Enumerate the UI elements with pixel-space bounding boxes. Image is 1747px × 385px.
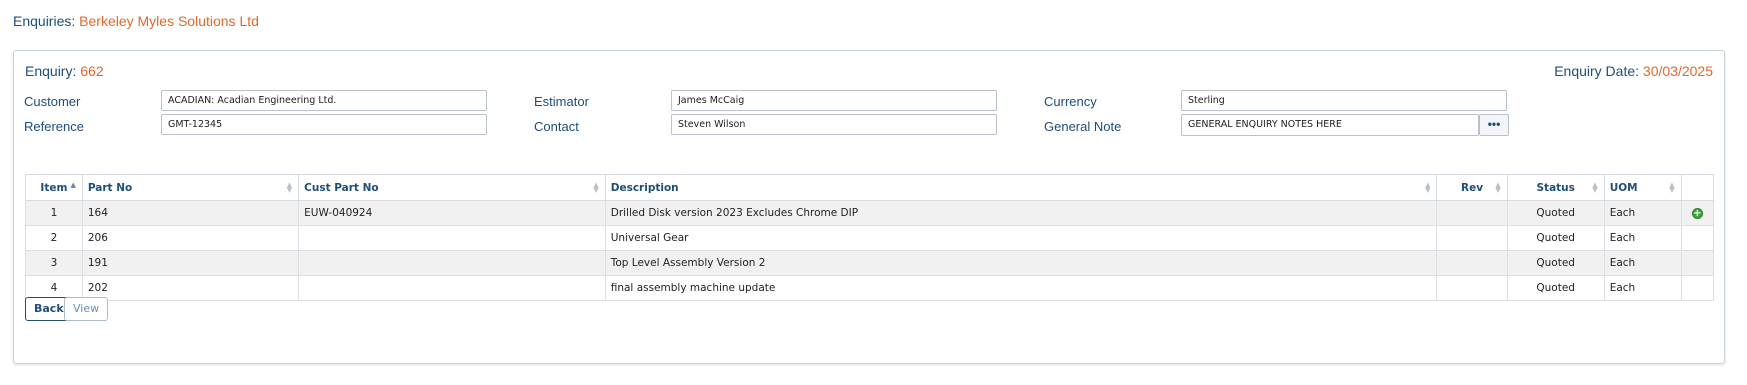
reference-field[interactable]: GMT-12345: [161, 114, 487, 135]
cell-status: Quoted: [1506, 275, 1605, 301]
cell-rev: [1436, 250, 1508, 276]
cell-actions: [1680, 250, 1715, 276]
customer-field[interactable]: ACADIAN: Acadian Engineering Ltd.: [161, 90, 487, 111]
enquiry-number-label: Enquiry:: [25, 63, 77, 79]
sort-icon: ▲ ▼: [1669, 181, 1675, 194]
column-header-description[interactable]: Description ▲ ▼: [604, 174, 1438, 201]
column-header-uom[interactable]: UOM ▲ ▼: [1603, 174, 1682, 201]
sort-icon: ▲ ▼: [593, 181, 599, 194]
sort-icon: ▲ ▼: [286, 181, 293, 194]
table-row[interactable]: 2 206 Universal Gear Quoted Each: [25, 225, 1715, 251]
cell-uom: Each: [1603, 275, 1682, 301]
column-header-cust-part-no[interactable]: Cust Part No ▲ ▼: [298, 174, 606, 201]
contact-field[interactable]: Steven Wilson: [671, 114, 997, 135]
cell-actions: [1680, 275, 1715, 301]
general-note-label: General Note: [1044, 119, 1122, 134]
customer-label: Customer: [24, 94, 81, 109]
cell-cust-part-no: [298, 250, 606, 276]
column-header-part-no[interactable]: Part No ▲ ▼: [81, 174, 300, 201]
view-button[interactable]: View: [64, 297, 109, 321]
table-row[interactable]: 1 164 EUW-040924 Drilled Disk version 20…: [25, 200, 1715, 226]
enquiry-date: Enquiry Date: 30/03/2025: [1554, 63, 1713, 79]
cell-description: final assembly machine update: [604, 275, 1438, 301]
enquiry-date-label: Enquiry Date:: [1554, 63, 1640, 79]
column-header-actions: [1680, 174, 1715, 201]
currency-label: Currency: [1044, 94, 1097, 109]
enquiry-lines-table: Item ▲ Part No ▲ ▼ Cust Part No ▲ ▼ Descripti…: [25, 174, 1715, 301]
cell-uom: Each: [1603, 225, 1682, 251]
cell-actions: +: [1680, 200, 1715, 226]
cell-item: 1: [25, 200, 83, 226]
cell-item: 2: [25, 225, 83, 251]
cell-part-no: 164: [81, 200, 300, 226]
sort-icon: ▲ ▼: [1592, 181, 1598, 194]
estimator-label: Estimator: [534, 94, 589, 109]
contact-label: Contact: [534, 119, 579, 134]
page-title: Enquiries: Berkeley Myles Solutions Ltd: [13, 13, 259, 29]
enquiry-number-value: 662: [80, 63, 104, 79]
estimator-field[interactable]: James McCaig: [671, 90, 997, 111]
organisation-name: Berkeley Myles Solutions Ltd: [79, 13, 259, 29]
cell-uom: Each: [1603, 200, 1682, 226]
cell-part-no: 206: [81, 225, 300, 251]
sort-ascending-icon: ▲: [70, 181, 76, 189]
reference-label: Reference: [24, 119, 84, 134]
enquiry-number: Enquiry: 662: [25, 63, 104, 79]
cell-cust-part-no: EUW-040924: [298, 200, 606, 226]
cell-uom: Each: [1603, 250, 1682, 276]
cell-description: Top Level Assembly Version 2: [604, 250, 1438, 276]
column-header-item[interactable]: Item ▲: [25, 174, 83, 201]
page-title-label: Enquiries:: [13, 13, 76, 29]
cell-actions: [1680, 225, 1715, 251]
cell-rev: [1436, 225, 1508, 251]
sort-icon: ▲ ▼: [1425, 181, 1431, 194]
table-header-row: Item ▲ Part No ▲ ▼ Cust Part No ▲ ▼ Descripti…: [25, 174, 1715, 201]
cell-status: Quoted: [1506, 225, 1605, 251]
cell-part-no: 202: [81, 275, 300, 301]
cell-item: 3: [25, 250, 83, 276]
cell-cust-part-no: [298, 275, 606, 301]
cell-status: Quoted: [1506, 200, 1605, 226]
cell-description: Universal Gear: [604, 225, 1438, 251]
table-row[interactable]: 4 202 final assembly machine update Quot…: [25, 275, 1715, 301]
cell-cust-part-no: [298, 225, 606, 251]
general-note-field[interactable]: GENERAL ENQUIRY NOTES HERE: [1181, 114, 1479, 136]
cell-rev: [1436, 275, 1508, 301]
sort-icon: ▲ ▼: [1495, 181, 1501, 194]
column-header-rev[interactable]: Rev ▲ ▼: [1436, 174, 1508, 201]
enquiry-date-value: 30/03/2025: [1642, 63, 1713, 79]
cell-part-no: 191: [81, 250, 300, 276]
currency-field[interactable]: Sterling: [1181, 90, 1507, 111]
enquiry-panel: Enquiry: 662 Enquiry Date: 30/03/2025 Cu…: [13, 50, 1725, 364]
column-header-status[interactable]: Status ▲ ▼: [1506, 174, 1605, 201]
cell-status: Quoted: [1506, 250, 1605, 276]
general-note-more-button[interactable]: •••: [1479, 114, 1509, 136]
add-circle-icon[interactable]: +: [1691, 208, 1703, 219]
table-row[interactable]: 3 191 Top Level Assembly Version 2 Quote…: [25, 250, 1715, 276]
cell-description: Drilled Disk version 2023 Excludes Chrom…: [604, 200, 1438, 226]
cell-rev: [1436, 200, 1508, 226]
